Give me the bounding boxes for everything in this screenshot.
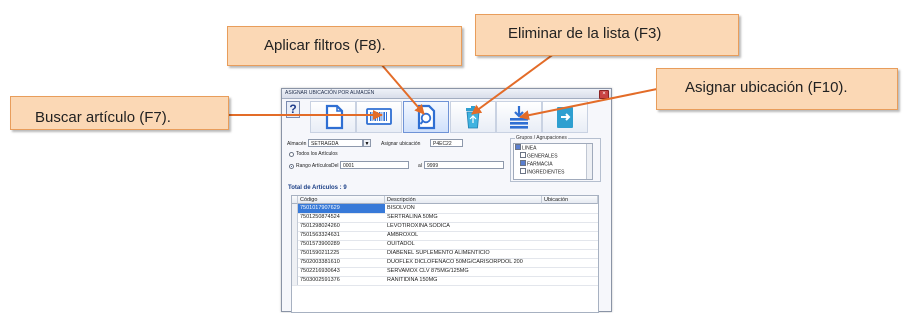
callout-eliminar-text: Eliminar de la lista (F3) bbox=[508, 25, 662, 42]
callout-aplicar-text: Aplicar filtros (F8). bbox=[264, 37, 386, 54]
callout-eliminar: Eliminar de la lista (F3) bbox=[475, 14, 739, 56]
callout-buscar-text: Buscar artículo (F7). bbox=[35, 109, 171, 126]
arrow-aplicar bbox=[380, 63, 425, 115]
callout-buscar: Buscar artículo (F7). bbox=[10, 96, 229, 130]
callout-asignar-text: Asignar ubicación (F10). bbox=[685, 79, 848, 96]
callout-asignar: Asignar ubicación (F10). bbox=[656, 68, 898, 110]
arrow-asignar bbox=[519, 88, 658, 121]
callout-aplicar: Aplicar filtros (F8). bbox=[227, 26, 462, 66]
